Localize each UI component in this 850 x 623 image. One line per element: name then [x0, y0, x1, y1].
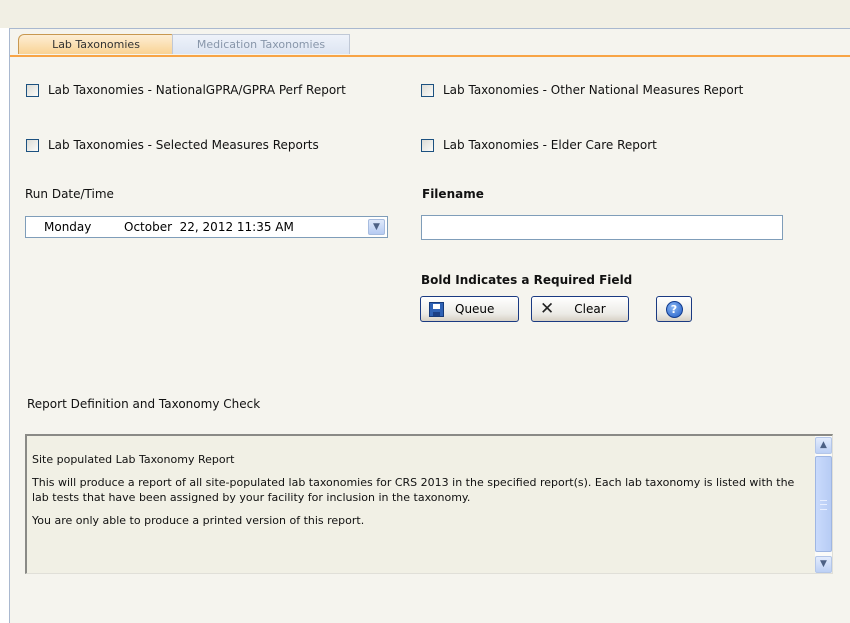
checkbox-row-national-gpra[interactable]: Lab Taxonomies - NationalGPRA/GPRA Perf …	[26, 83, 346, 97]
tab-lab-taxonomies[interactable]: Lab Taxonomies	[18, 34, 174, 54]
help-icon: ?	[665, 300, 683, 318]
run-datetime-picker[interactable]: Monday October 22, 2012 11:35 AM ▼	[25, 216, 388, 238]
report-form-panel: Lab Taxonomies Medication Taxonomies Lab…	[9, 28, 850, 623]
report-description-text: Site populated Lab Taxonomy Report This …	[32, 452, 802, 536]
tab-strip: Lab Taxonomies Medication Taxonomies	[10, 29, 850, 57]
tab-medication-taxonomies[interactable]: Medication Taxonomies	[172, 34, 350, 54]
national-gpra-label: Lab Taxonomies - NationalGPRA/GPRA Perf …	[48, 83, 346, 97]
help-button[interactable]: ?	[656, 296, 692, 322]
report-body-paragraph: This will produce a report of all site-p…	[32, 476, 795, 504]
report-description-box[interactable]: Site populated Lab Taxonomy Report This …	[25, 434, 833, 574]
selected-measures-checkbox[interactable]	[26, 138, 39, 152]
grip-icon	[820, 500, 827, 510]
checkbox-row-other-national[interactable]: Lab Taxonomies - Other National Measures…	[421, 83, 743, 97]
window-top-strip	[0, 0, 850, 28]
run-date-value: October 22, 2012 11:35 AM	[124, 220, 294, 234]
run-datetime-label: Run Date/Time	[25, 187, 114, 201]
elder-care-checkbox[interactable]	[421, 138, 434, 152]
national-gpra-checkbox[interactable]	[26, 83, 39, 97]
required-field-note: Bold Indicates a Required Field	[421, 273, 633, 287]
report-definition-label: Report Definition and Taxonomy Check	[27, 397, 261, 411]
clear-button-label: Clear	[574, 302, 606, 316]
other-national-label: Lab Taxonomies - Other National Measures…	[443, 83, 744, 97]
clear-button[interactable]: ✕ Clear	[531, 296, 629, 322]
filename-input[interactable]	[421, 215, 783, 240]
scroll-up-icon[interactable]: ▲	[815, 437, 832, 454]
selected-measures-label: Lab Taxonomies - Selected Measures Repor…	[48, 138, 319, 152]
vertical-scrollbar[interactable]: ▲ ▼	[815, 436, 832, 573]
queue-button[interactable]: Queue	[420, 296, 519, 322]
filename-label: Filename	[422, 187, 484, 201]
checkbox-row-selected-measures[interactable]: Lab Taxonomies - Selected Measures Repor…	[26, 138, 319, 152]
run-day-value: Monday	[44, 220, 92, 234]
scrollbar-thumb[interactable]	[815, 456, 832, 552]
x-icon: ✕	[540, 298, 555, 319]
chevron-down-icon[interactable]: ▼	[368, 219, 385, 235]
report-title-paragraph: Site populated Lab Taxonomy Report	[32, 453, 235, 466]
checkbox-row-elder-care[interactable]: Lab Taxonomies - Elder Care Report	[421, 138, 657, 152]
floppy-disk-icon	[429, 301, 444, 317]
report-note-paragraph: You are only able to produce a printed v…	[32, 514, 365, 527]
queue-button-label: Queue	[455, 302, 495, 316]
scroll-down-icon[interactable]: ▼	[815, 556, 832, 573]
other-national-checkbox[interactable]	[421, 83, 434, 97]
elder-care-label: Lab Taxonomies - Elder Care Report	[443, 138, 657, 152]
